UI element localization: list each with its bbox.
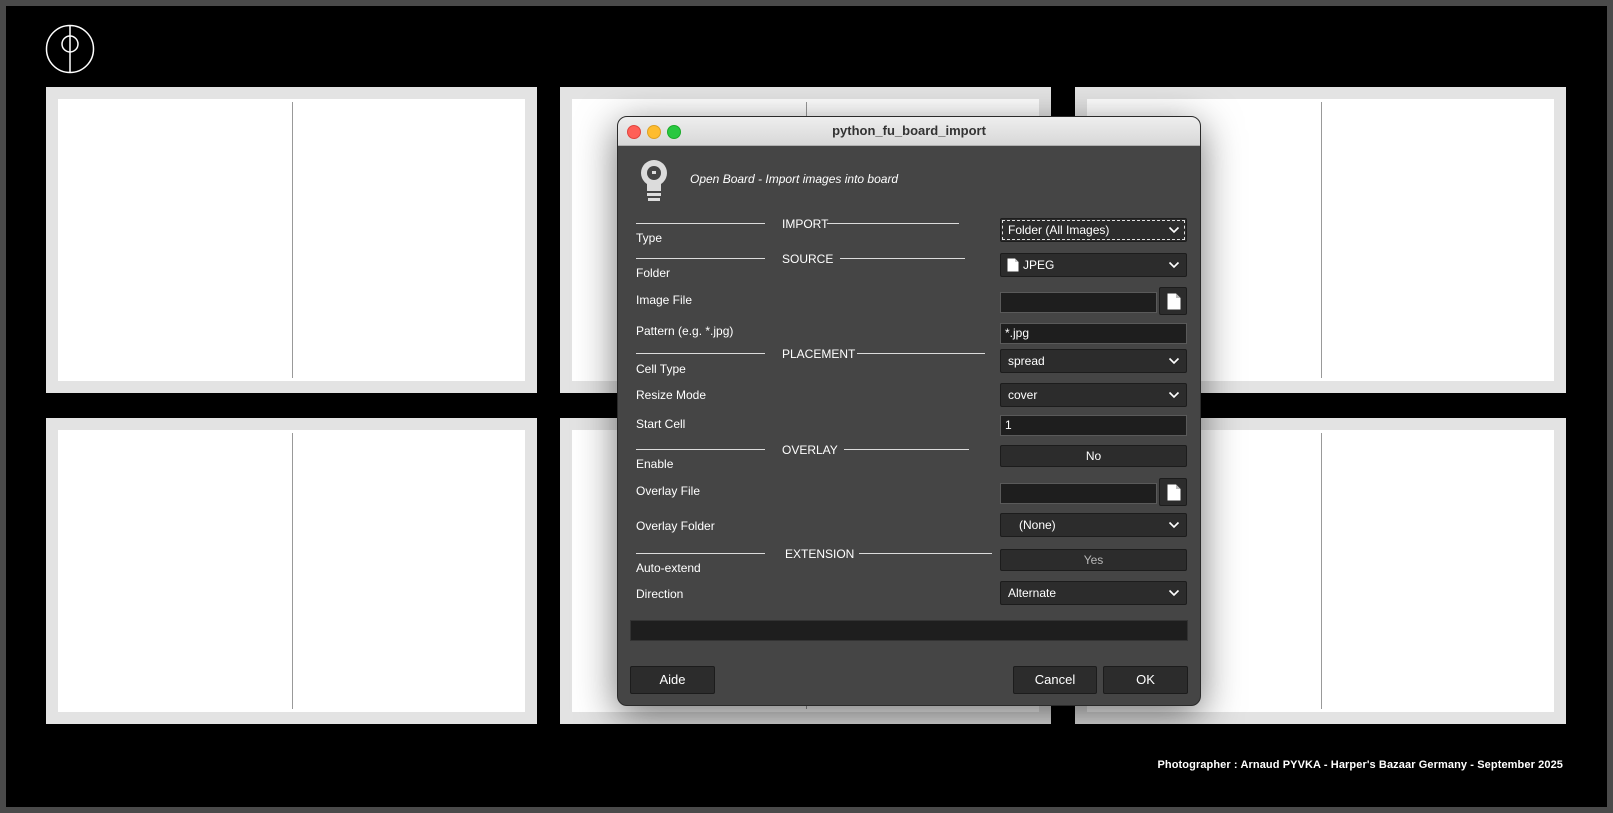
- help-button[interactable]: Aide: [630, 666, 715, 694]
- auto-extend-label: Auto-extend: [636, 561, 701, 575]
- progress-bar: [630, 620, 1188, 641]
- board-import-dialog: python_fu_board_import Open Board - Impo…: [617, 116, 1201, 706]
- ok-button[interactable]: OK: [1103, 666, 1188, 694]
- chevron-down-icon: [1168, 261, 1180, 269]
- resize-mode-value: cover: [1008, 388, 1038, 402]
- resize-mode-dropdown[interactable]: cover: [1000, 383, 1187, 407]
- document-icon: [1167, 484, 1181, 501]
- pattern-label: Pattern (e.g. *.jpg): [636, 324, 734, 338]
- image-file-input[interactable]: [1000, 292, 1157, 313]
- direction-value: Alternate: [1008, 586, 1057, 600]
- type-dropdown[interactable]: Folder (All Images): [1000, 218, 1187, 242]
- board-cell-1: [46, 87, 537, 393]
- overlay-folder-value: (None): [1019, 518, 1056, 532]
- start-cell-label: Start Cell: [636, 417, 686, 431]
- enable-label: Enable: [636, 457, 674, 471]
- chevron-down-icon: [1168, 357, 1180, 365]
- image-file-browse-button[interactable]: [1159, 287, 1187, 315]
- dialog-description: Open Board - Import images into board: [690, 172, 899, 186]
- cancel-button[interactable]: Cancel: [1013, 666, 1097, 694]
- type-value: Folder (All Images): [1008, 223, 1110, 237]
- section-source-title: SOURCE: [782, 252, 834, 266]
- resize-mode-label: Resize Mode: [636, 388, 707, 402]
- start-cell-input[interactable]: 1: [1000, 415, 1187, 436]
- chevron-down-icon: [1168, 391, 1180, 399]
- direction-dropdown[interactable]: Alternate: [1000, 581, 1187, 605]
- dialog-titlebar[interactable]: python_fu_board_import: [618, 117, 1200, 146]
- chevron-down-icon: [1168, 589, 1180, 597]
- pattern-input[interactable]: *.jpg: [1000, 323, 1187, 344]
- overlay-folder-dropdown[interactable]: (None): [1000, 513, 1187, 537]
- chevron-down-icon: [1168, 521, 1180, 529]
- enable-overlay-toggle[interactable]: No: [1000, 445, 1187, 467]
- image-file-label: Image File: [636, 293, 693, 307]
- overlay-folder-label: Overlay Folder: [636, 519, 715, 533]
- overlay-file-browse-button[interactable]: [1159, 478, 1187, 506]
- folder-label: Folder: [636, 266, 671, 280]
- file-icon: [1007, 258, 1019, 272]
- direction-label: Direction: [636, 587, 684, 601]
- overlay-file-input[interactable]: [1000, 483, 1157, 504]
- lightbulb-icon: [641, 160, 667, 201]
- photographer-credit: Photographer : Arnaud PYVKA - Harper's B…: [1157, 759, 1563, 771]
- document-icon: [1167, 293, 1181, 310]
- section-placement-title: PLACEMENT: [782, 347, 856, 361]
- chevron-down-icon: [1168, 226, 1180, 234]
- auto-extend-toggle[interactable]: Yes: [1000, 549, 1187, 571]
- section-extension-title: EXTENSION: [785, 547, 855, 561]
- cell-type-value: spread: [1008, 354, 1045, 368]
- folder-dropdown[interactable]: JPEG: [1000, 253, 1187, 277]
- board-cell-4: [46, 418, 537, 724]
- type-label: Type: [636, 231, 663, 245]
- overlay-file-label: Overlay File: [636, 484, 701, 498]
- photographer-logo: [45, 24, 95, 74]
- folder-value: JPEG: [1023, 258, 1055, 272]
- cell-type-dropdown[interactable]: spread: [1000, 349, 1187, 373]
- section-overlay-title: OVERLAY: [782, 443, 838, 457]
- cell-type-label: Cell Type: [636, 362, 686, 376]
- dialog-title: python_fu_board_import: [832, 123, 986, 138]
- section-import-title: IMPORT: [782, 217, 829, 231]
